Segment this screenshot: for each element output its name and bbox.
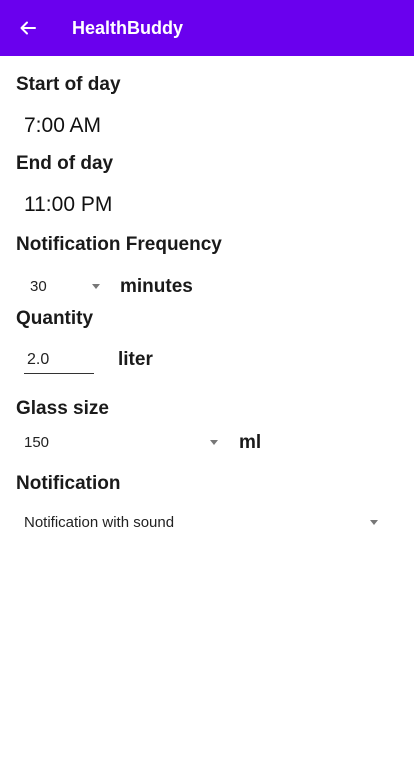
glass-size-unit: ml (239, 432, 262, 453)
notification-frequency-label: Notification Frequency (16, 234, 222, 255)
quantity-label: Quantity (16, 308, 94, 329)
start-of-day-time[interactable]: 7:00 AM (24, 114, 101, 138)
frequency-value: 30 (30, 277, 47, 295)
frequency-dropdown[interactable]: 30 (30, 276, 102, 296)
start-of-day-label: Start of day (16, 74, 121, 95)
settings-content: Start of day 7:00 AM End of day 11:00 PM… (0, 56, 414, 784)
glass-size-label: Glass size (16, 398, 109, 419)
frequency-unit: minutes (120, 276, 193, 297)
dropdown-caret-icon (210, 439, 218, 445)
quantity-unit: liter (118, 349, 153, 370)
glass-size-dropdown[interactable]: 150 (24, 432, 220, 452)
end-of-day-label: End of day (16, 153, 114, 174)
app-bar: HealthBuddy (0, 0, 414, 56)
arrow-left-icon (20, 21, 36, 35)
notification-value: Notification with sound (24, 513, 175, 531)
back-button[interactable] (0, 0, 56, 56)
notification-label: Notification (16, 473, 121, 494)
notification-dropdown[interactable]: Notification with sound (24, 512, 380, 532)
glass-size-value: 150 (24, 433, 50, 451)
quantity-input[interactable] (24, 350, 94, 374)
end-of-day-time[interactable]: 11:00 PM (24, 193, 112, 217)
dropdown-caret-icon (92, 283, 100, 289)
dropdown-caret-icon (370, 519, 378, 525)
app-title: HealthBuddy (72, 17, 184, 38)
